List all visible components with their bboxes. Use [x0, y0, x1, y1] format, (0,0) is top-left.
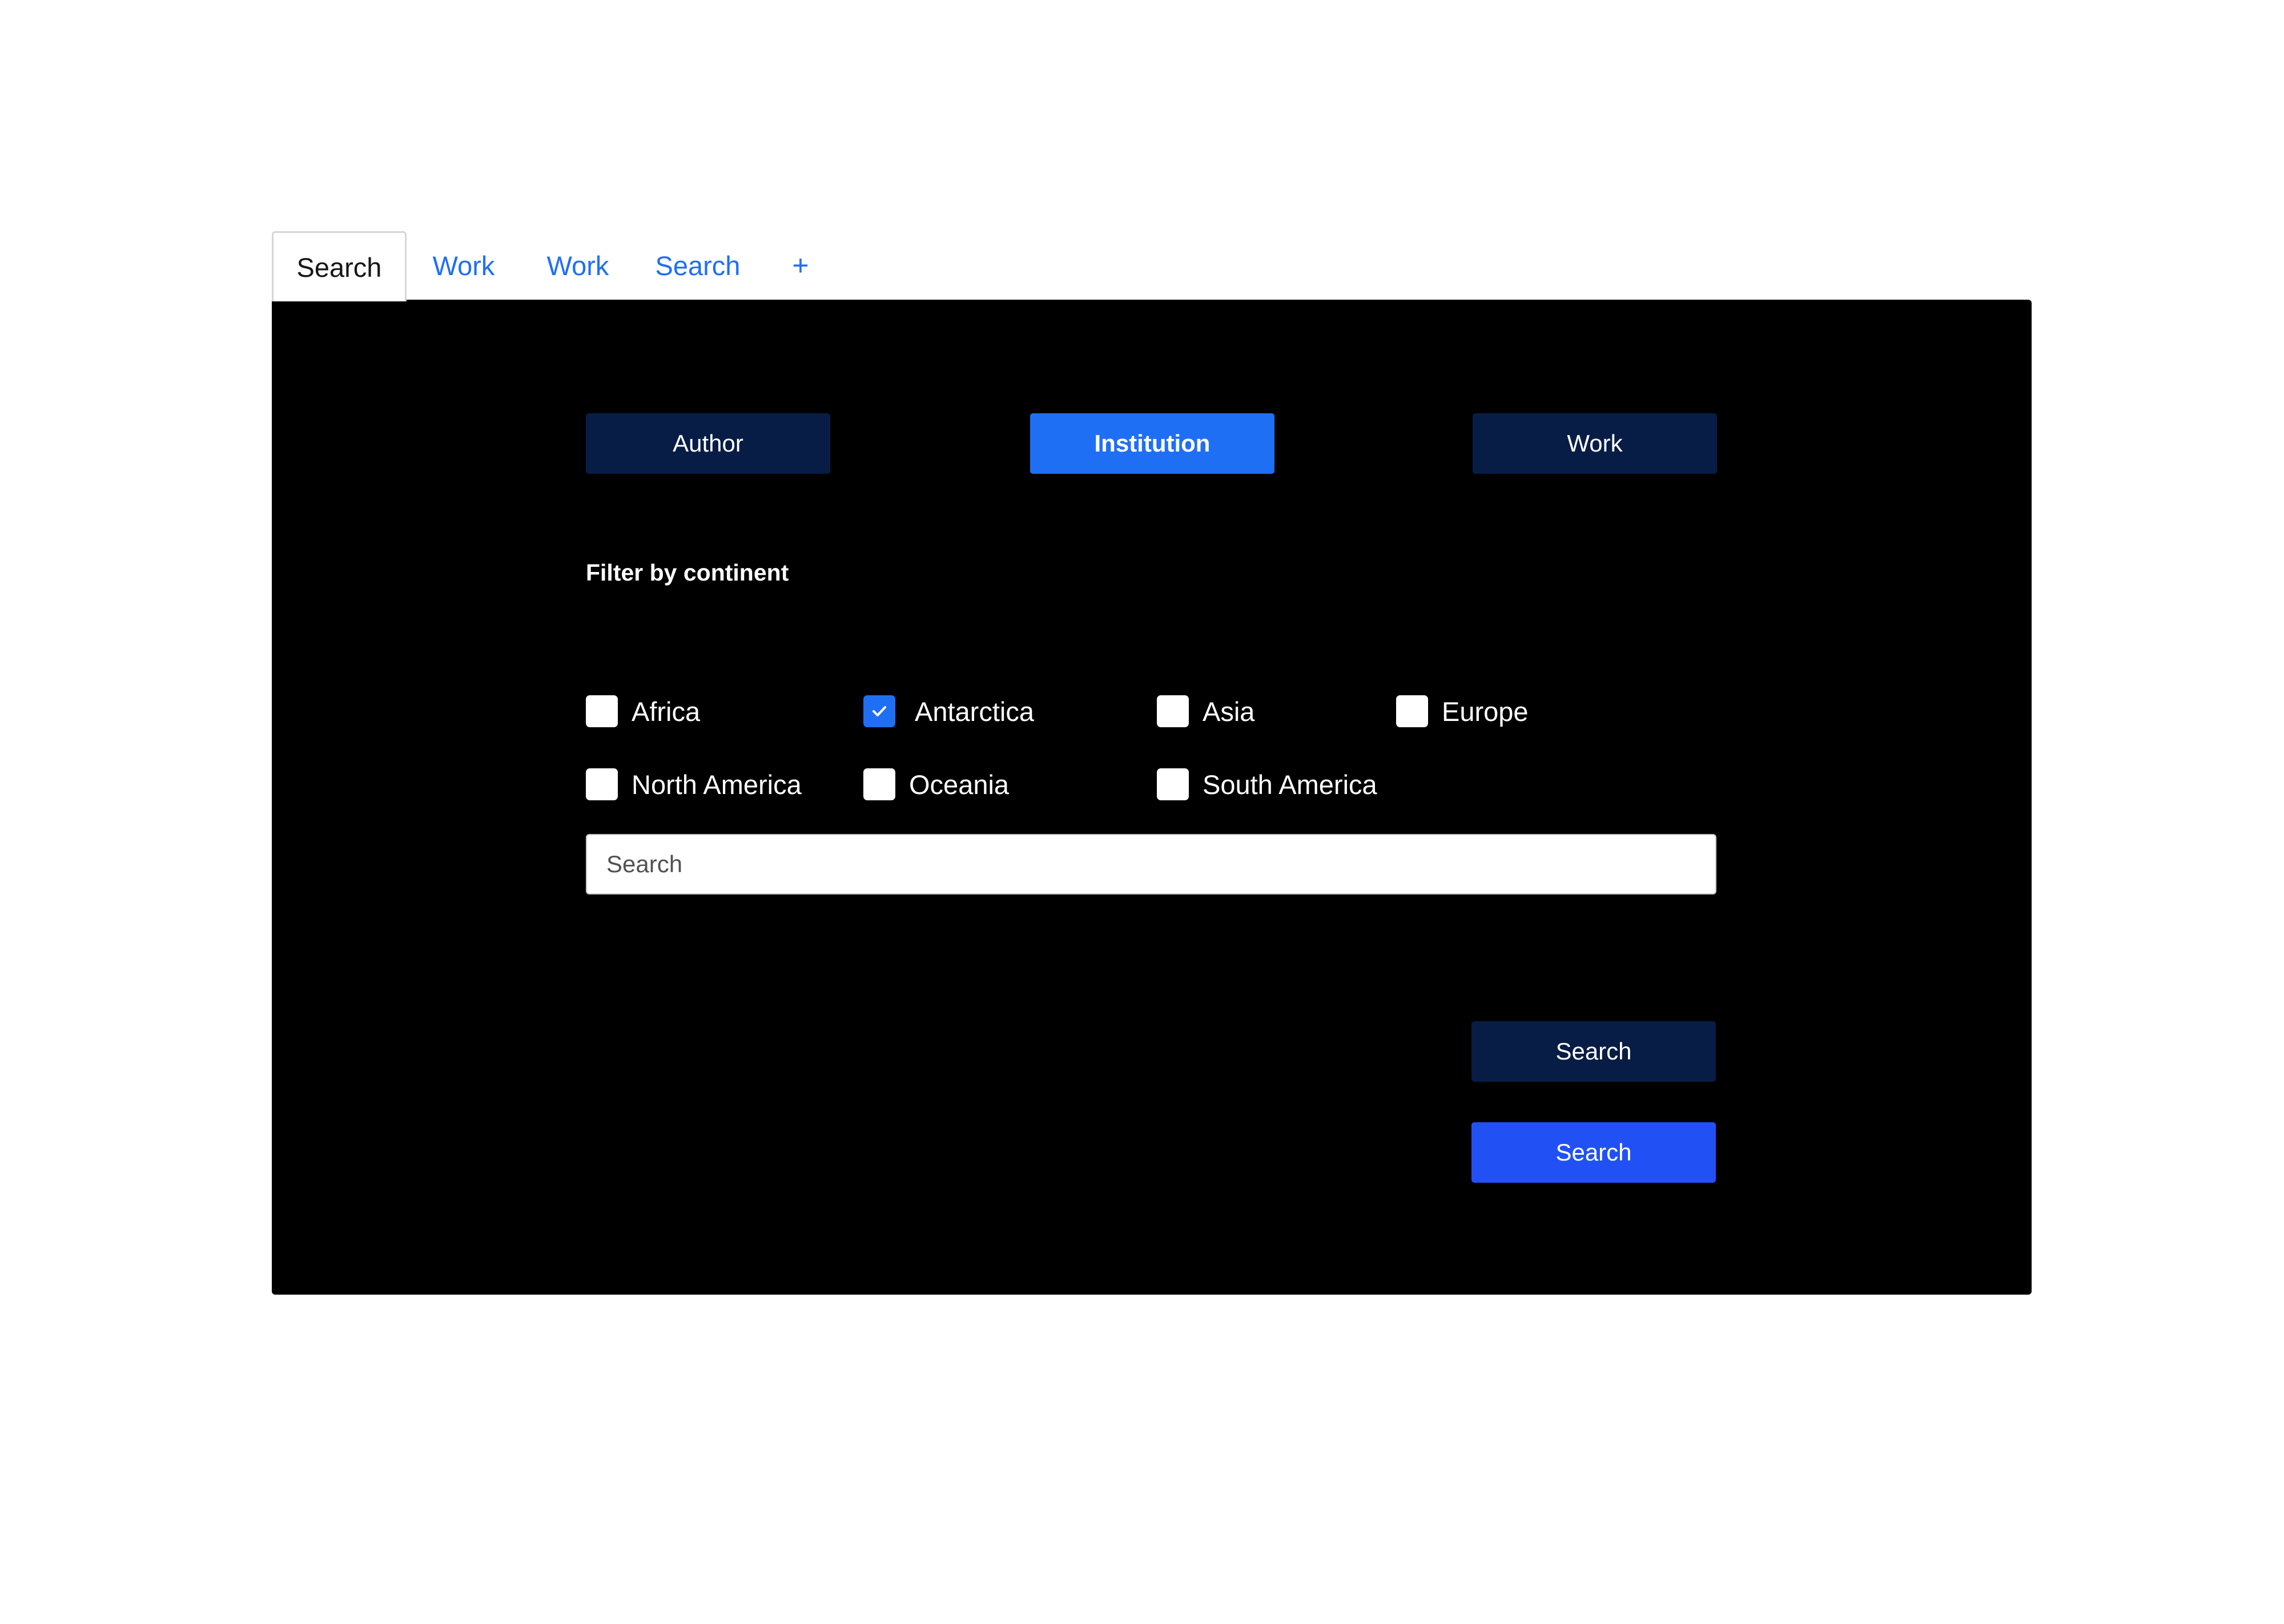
- tab-bar: Search Work Work Search +: [272, 231, 2032, 301]
- checkbox-box[interactable]: [1157, 695, 1189, 727]
- checkbox-asia[interactable]: Asia: [1157, 695, 1254, 727]
- search-input[interactable]: [586, 834, 1716, 894]
- checkbox-label: Oceania: [909, 769, 1010, 800]
- checkbox-box[interactable]: [863, 768, 895, 800]
- checkbox-box[interactable]: [1157, 768, 1189, 800]
- filter-title: Filter by continent: [586, 559, 789, 586]
- checkbox-oceania[interactable]: Oceania: [863, 768, 1009, 800]
- search-button-secondary[interactable]: Search: [1471, 1021, 1716, 1082]
- tab-search-2[interactable]: Search: [635, 231, 761, 300]
- checkbox-label: South America: [1203, 769, 1377, 800]
- search-app: Search Work Work Search + Author Institu…: [272, 231, 2032, 1295]
- checkmark-icon: [872, 706, 886, 716]
- checkbox-box[interactable]: [586, 695, 618, 727]
- institution-button[interactable]: Institution: [1030, 413, 1274, 474]
- author-button[interactable]: Author: [586, 413, 830, 474]
- search-button-primary[interactable]: Search: [1471, 1122, 1716, 1183]
- checkbox-box[interactable]: [586, 768, 618, 800]
- checkbox-box[interactable]: [863, 695, 895, 727]
- tab-work-2[interactable]: Work: [521, 231, 635, 300]
- checkbox-south-america[interactable]: South America: [1157, 768, 1377, 800]
- tab-search-1[interactable]: Search: [272, 231, 407, 301]
- work-button[interactable]: Work: [1473, 413, 1717, 474]
- checkbox-africa[interactable]: Africa: [586, 695, 700, 727]
- search-panel: Author Institution Work Filter by contin…: [272, 300, 2032, 1295]
- plus-icon: +: [792, 249, 809, 281]
- checkbox-label: North America: [632, 769, 802, 800]
- checkbox-north-america[interactable]: North America: [586, 768, 802, 800]
- checkbox-label: Europe: [1442, 696, 1529, 727]
- checkbox-europe[interactable]: Europe: [1396, 695, 1529, 727]
- checkbox-box[interactable]: [1396, 695, 1428, 727]
- add-tab-button[interactable]: +: [761, 231, 841, 300]
- checkbox-label: Africa: [632, 696, 701, 727]
- checkbox-label: Antarctica: [915, 696, 1034, 727]
- checkbox-antarctica[interactable]: Antarctica: [863, 695, 1034, 727]
- checkbox-label: Asia: [1203, 696, 1255, 727]
- tab-work-1[interactable]: Work: [407, 231, 521, 300]
